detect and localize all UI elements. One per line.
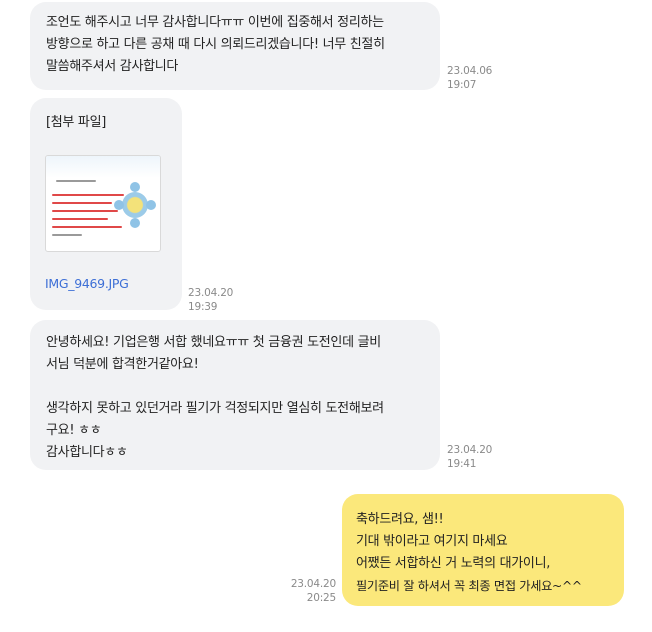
message-timestamp-2: 23.04.20 19:39 bbox=[188, 286, 233, 314]
attachment-label: [첨부 파일] bbox=[46, 115, 107, 130]
message-timestamp-4: 23.04.20 20:25 bbox=[280, 577, 336, 605]
timestamp-date: 23.04.20 bbox=[447, 444, 493, 456]
message-text-line: 안녕하세요! 기업은행 서합 했네요ㅠㅠ 첫 금융권 도전인데 글비 bbox=[46, 335, 381, 350]
flower-petal-icon bbox=[130, 182, 140, 192]
message-text-line: 말씀해주셔서 감사합니다 bbox=[46, 59, 179, 74]
message-text-line: 생각하지 못하고 있던거라 필기가 걱정되지만 열심히 도전해보려 bbox=[46, 401, 384, 416]
message-text-line: 어쨌든 서합하신 거 노력의 대가이니, bbox=[356, 556, 551, 571]
timestamp-time: 19:41 bbox=[447, 458, 477, 470]
thumbnail-text-line bbox=[52, 226, 122, 228]
thumbnail-text-line bbox=[52, 210, 118, 212]
message-text-line: 기대 밖이라고 여기지 마세요 bbox=[356, 534, 508, 549]
image-thumbnail[interactable] bbox=[45, 155, 161, 252]
sent-message-bubble: 축하드려요, 샘!! 기대 밖이라고 여기지 마세요 어쨌든 서합하신 거 노력… bbox=[342, 494, 624, 606]
timestamp-date: 23.04.20 bbox=[188, 287, 234, 299]
flower-petal-icon bbox=[146, 200, 156, 210]
thumbnail-text-line bbox=[52, 194, 124, 196]
message-bubble-3: 안녕하세요! 기업은행 서합 했네요ㅠㅠ 첫 금융권 도전인데 글비 서님 덕분… bbox=[30, 320, 440, 470]
thumbnail-text-line bbox=[52, 202, 112, 204]
message-text-line: 방향으로 하고 다른 공채 때 다시 의뢰드리겠습니다! 너무 친절히 bbox=[46, 37, 385, 52]
thumbnail-text-line bbox=[52, 234, 82, 236]
message-text-line: 서님 덕분에 합격한거같아요! bbox=[46, 357, 199, 372]
timestamp-date: 23.04.20 bbox=[290, 578, 336, 590]
thumbnail-header-band bbox=[46, 156, 160, 178]
timestamp-time: 20:25 bbox=[306, 592, 336, 604]
attachment-filename-link[interactable]: IMG_9469.JPG bbox=[45, 273, 129, 295]
timestamp-time: 19:39 bbox=[188, 301, 218, 313]
message-text-line: 감사합니다ㅎㅎ bbox=[46, 445, 128, 460]
flower-petal-icon bbox=[114, 200, 124, 210]
message-timestamp-1: 23.04.06 19:07 bbox=[447, 64, 492, 92]
attachment-bubble[interactable]: [첨부 파일] IMG_9469.JPG bbox=[30, 98, 182, 310]
message-text-line: 조언도 해주시고 너무 감사합니다ㅠㅠ 이번에 집중해서 정리하는 bbox=[46, 15, 384, 30]
thumbnail-text-line bbox=[52, 218, 108, 220]
message-text-line: 축하드려요, 샘!! bbox=[356, 512, 444, 527]
message-text-line: 구요! ㅎㅎ bbox=[46, 423, 102, 438]
timestamp-time: 19:07 bbox=[447, 79, 477, 91]
message-bubble-1: 조언도 해주시고 너무 감사합니다ㅠㅠ 이번에 집중해서 정리하는 방향으로 하… bbox=[30, 2, 440, 90]
message-text-line: 필기준비 잘 하셔서 꼭 최종 면접 가세요~^^ bbox=[356, 579, 582, 593]
timestamp-date: 23.04.06 bbox=[447, 65, 493, 77]
flower-petal-icon bbox=[130, 218, 140, 228]
message-timestamp-3: 23.04.20 19:41 bbox=[447, 443, 492, 471]
message-text-line bbox=[46, 376, 424, 398]
thumbnail-text-line bbox=[56, 180, 96, 182]
